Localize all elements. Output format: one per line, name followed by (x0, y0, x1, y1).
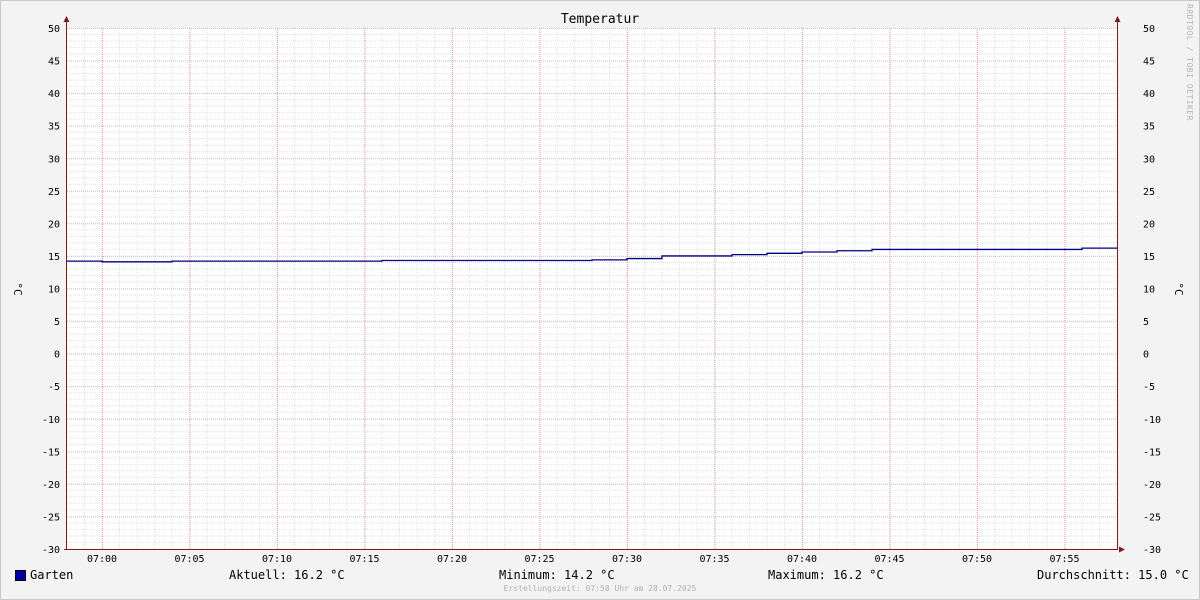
y-tick-label-right: 5 (1143, 317, 1149, 328)
y-axis-label-right: °C (1172, 282, 1185, 295)
y-tick-label-right: 45 (1143, 57, 1155, 68)
x-tick-label: 07:35 (699, 554, 729, 565)
y-tick-label-left: 45 (48, 57, 60, 68)
y-tick-label-right: 20 (1143, 219, 1155, 230)
x-tick-label: 07:25 (524, 554, 554, 565)
y-tick-label-left: 40 (48, 89, 60, 100)
x-tick-label: 07:05 (174, 554, 204, 565)
y-axis-arrow-left (63, 16, 70, 22)
x-tick-label: 07:30 (612, 554, 642, 565)
chart-title: Temperatur (561, 12, 639, 27)
x-tick-label: 07:40 (787, 554, 817, 565)
rrdtool-watermark: RRDTOOL / TOBI OETIKER (1185, 4, 1194, 121)
y-tick-label-right: -30 (1143, 545, 1161, 556)
y-tick-label-left: 5 (54, 317, 60, 328)
y-tick-label-right: -5 (1143, 382, 1155, 393)
y-tick-label-left: 20 (48, 219, 60, 230)
y-tick-label-right: -10 (1143, 415, 1161, 426)
x-tick-label: 07:45 (874, 554, 904, 565)
y-tick-label-left: 35 (48, 122, 60, 133)
legend-average: Durchschnitt: 15.0 °C (1037, 568, 1189, 582)
legend-minimum: Minimum: 14.2 °C (499, 568, 615, 582)
y-tick-label-left: 25 (48, 187, 60, 198)
y-tick-label-right: 0 (1143, 350, 1149, 361)
y-tick-label-left: 30 (48, 154, 60, 165)
legend-swatch-garten (15, 570, 26, 581)
y-tick-label-right: 35 (1143, 122, 1155, 133)
y-tick-label-right: 15 (1143, 252, 1155, 263)
y-tick-label-left: -20 (42, 480, 60, 491)
y-tick-label-left: -15 (42, 447, 60, 458)
y-tick-label-right: 25 (1143, 187, 1155, 198)
y-tick-label-left: 0 (54, 350, 60, 361)
y-tick-label-right: 50 (1143, 24, 1155, 35)
y-tick-label-right: -20 (1143, 480, 1161, 491)
y-tick-label-right: -25 (1143, 512, 1161, 523)
x-tick-label: 07:20 (437, 554, 467, 565)
legend-current: Aktuell: 16.2 °C (229, 568, 345, 582)
y-tick-label-left: 50 (48, 24, 60, 35)
x-tick-label: 07:15 (349, 554, 379, 565)
creation-time: Erstellungszeit: 07:58 Uhr am 28.07.2025 (503, 584, 697, 593)
y-axis-arrow-right (1114, 16, 1121, 22)
y-tick-label-left: -25 (42, 512, 60, 523)
y-axis-label-left: °C (11, 282, 24, 295)
y-tick-label-right: 40 (1143, 89, 1155, 100)
x-tick-label: 07:50 (962, 554, 992, 565)
legend-maximum: Maximum: 16.2 °C (768, 568, 884, 582)
y-tick-label-right: 10 (1143, 285, 1155, 296)
x-axis-arrow (1119, 546, 1125, 553)
y-tick-label-left: -10 (42, 415, 60, 426)
y-tick-label-left: -30 (42, 545, 60, 556)
y-tick-label-right: -15 (1143, 447, 1161, 458)
x-tick-label: 07:00 (87, 554, 117, 565)
y-tick-label-left: 10 (48, 285, 60, 296)
y-tick-label-left: 15 (48, 252, 60, 263)
y-tick-label-left: -5 (48, 382, 60, 393)
x-tick-label: 07:55 (1049, 554, 1079, 565)
y-tick-label-right: 30 (1143, 154, 1155, 165)
legend-series-name: Garten (30, 568, 74, 582)
x-tick-label: 07:10 (262, 554, 292, 565)
temperature-chart: 50 5045 4540 4035 3530 3025 2520 2015 1510 105 50 0… (11, 12, 1185, 565)
